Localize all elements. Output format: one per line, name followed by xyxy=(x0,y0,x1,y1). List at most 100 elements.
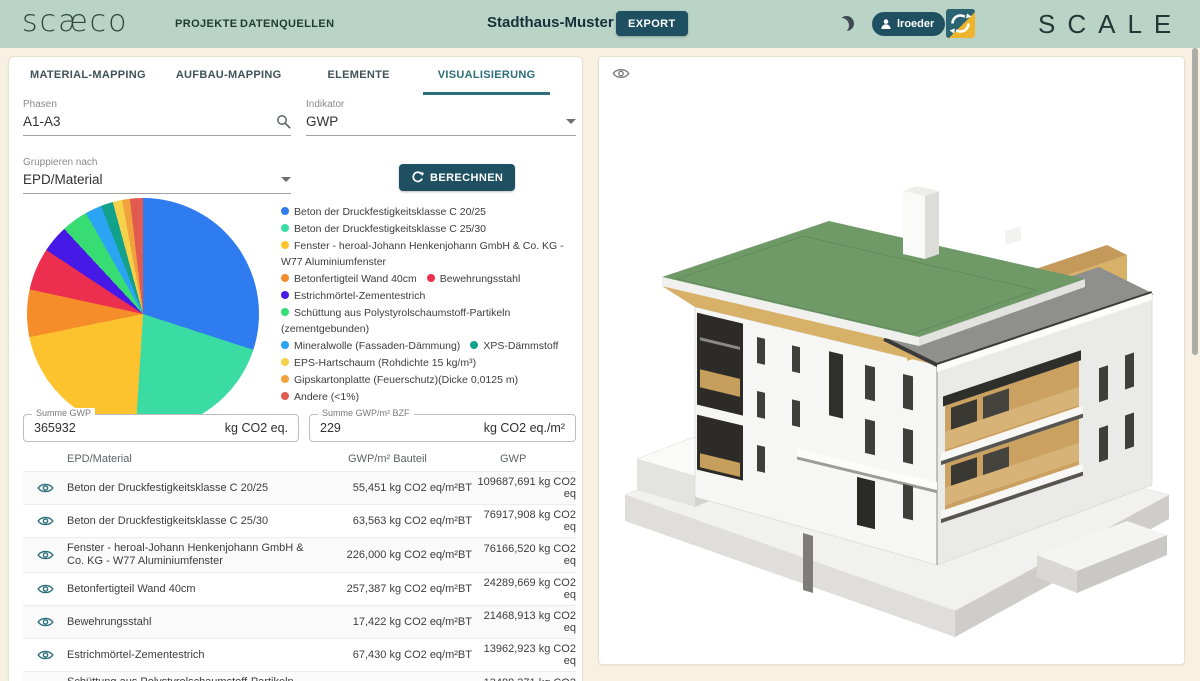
legend-color-dot xyxy=(281,274,289,282)
summe-gwp-m2-field: Summe GWP/m² BZF 229 kg CO2 eq./m² xyxy=(309,414,576,442)
user-menu[interactable]: lroeder xyxy=(872,12,945,36)
person-icon xyxy=(880,18,892,30)
pie-legend: Beton der Druckfestigkeitsklasse C 20/25… xyxy=(281,204,579,406)
export-button[interactable]: EXPORT xyxy=(616,11,688,36)
table-row: Beton der Druckfestigkeitsklasse C 20/25… xyxy=(23,471,576,504)
eye-icon xyxy=(37,515,54,527)
app-header: scæco PROJEKTE DATENQUELLEN Stadthaus-Mu… xyxy=(0,0,1200,48)
dark-mode-moon-icon[interactable] xyxy=(839,16,854,31)
row-gwp-m2: 55,451 kg CO2 eq/m²BT xyxy=(322,482,472,494)
row-visibility-toggle[interactable] xyxy=(23,482,67,494)
search-icon xyxy=(276,114,291,129)
row-gwp: 13962,923 kg CO2 eq xyxy=(472,643,576,667)
legend-item: Beton der Druckfestigkeitsklasse C 20/25 xyxy=(281,206,486,218)
table-row: Fenster - heroal-Johann Henkenjohann Gmb… xyxy=(23,537,576,572)
row-gwp: 21468,913 kg CO2 eq xyxy=(472,610,576,634)
legend-color-dot xyxy=(281,224,289,232)
chevron-down-icon xyxy=(566,119,576,124)
summe-gwp-m2-value: 229 xyxy=(320,421,341,435)
col-gwp-m2: GWP/m² Bauteil xyxy=(322,453,472,465)
phasen-label: Phasen xyxy=(23,99,291,110)
legend-item: Andere (<1%) xyxy=(281,391,359,403)
row-gwp-m2: 257,387 kg CO2 eq/m²BT xyxy=(322,583,472,595)
legend-row: Beton der Druckfestigkeitsklasse C 25/30 xyxy=(281,221,579,237)
user-name: lroeder xyxy=(897,18,934,30)
legend-item: Betonfertigteil Wand 40cm xyxy=(281,273,417,285)
legend-row: Gipskartonplatte (Feuerschutz)(Dicke 0,0… xyxy=(281,372,579,388)
nav-datenquellen[interactable]: DATENQUELLEN xyxy=(240,18,334,30)
legend-color-dot xyxy=(427,274,435,282)
legend-row: Beton der Druckfestigkeitsklasse C 20/25 xyxy=(281,204,579,220)
row-material: Betonfertigteil Wand 40cm xyxy=(67,583,322,596)
indikator-select[interactable]: Indikator GWP xyxy=(306,99,576,136)
scaeco-logo[interactable]: scæco xyxy=(22,4,128,39)
row-gwp: 13488,371 kg CO2 eq xyxy=(472,677,576,681)
scale-logo-icon xyxy=(946,9,975,38)
row-visibility-toggle[interactable] xyxy=(23,583,67,595)
scale-wordmark: SCALE xyxy=(1038,9,1183,40)
table-header: EPD/Material GWP/m² Bauteil GWP xyxy=(23,451,576,471)
row-visibility-toggle[interactable] xyxy=(23,649,67,661)
tab-aufbau-mapping[interactable]: AUFBAU-MAPPING xyxy=(161,57,297,95)
legend-item: Bewehrungsstahl xyxy=(427,273,521,285)
row-gwp: 109687,691 kg CO2 eq xyxy=(472,476,576,500)
row-gwp: 24289,669 kg CO2 eq xyxy=(472,577,576,601)
gruppieren-label: Gruppieren nach xyxy=(23,157,291,168)
legend-item: XPS-Dämmstoff xyxy=(470,340,558,352)
row-visibility-toggle[interactable] xyxy=(23,515,67,527)
row-material: Beton der Druckfestigkeitsklasse C 20/25 xyxy=(67,482,322,495)
gruppieren-select[interactable]: Gruppieren nach EPD/Material xyxy=(23,157,291,194)
analysis-panel: MATERIAL-MAPPING AUFBAU-MAPPING ELEMENTE… xyxy=(8,56,583,681)
tab-material-mapping[interactable]: MATERIAL-MAPPING xyxy=(15,57,161,95)
gruppieren-value: EPD/Material xyxy=(23,172,103,187)
summe-gwp-label: Summe GWP xyxy=(32,408,95,418)
row-gwp-m2: 226,000 kg CO2 eq/m²BT xyxy=(322,549,472,561)
legend-color-dot xyxy=(281,207,289,215)
row-gwp-m2: 67,430 kg CO2 eq/m²BT xyxy=(322,649,472,661)
legend-row: Andere (<1%) xyxy=(281,389,579,405)
row-material: Beton der Druckfestigkeitsklasse C 25/30 xyxy=(67,515,322,528)
row-material: Estrichmörtel-Zementestrich xyxy=(67,649,322,662)
table-row: Estrichmörtel-Zementestrich67,430 kg CO2… xyxy=(23,638,576,671)
summe-gwp-unit: kg CO2 eq. xyxy=(225,421,288,435)
row-visibility-toggle[interactable] xyxy=(23,616,67,628)
legend-color-dot xyxy=(281,392,289,400)
nav-projekte[interactable]: PROJEKTE xyxy=(175,18,238,30)
legend-row: Fenster - heroal-Johann Henkenjohann Gmb… xyxy=(281,238,579,270)
project-title: Stadthaus-Muster xyxy=(487,14,614,31)
berechnen-button[interactable]: BERECHNEN xyxy=(399,164,515,191)
legend-item: Schüttung aus Polystyrolschaumstoff-Part… xyxy=(281,307,510,335)
legend-color-dot xyxy=(281,358,289,366)
summe-gwp-m2-label: Summe GWP/m² BZF xyxy=(318,408,414,418)
table-row: Bewehrungsstahl17,422 kg CO2 eq/m²BT2146… xyxy=(23,605,576,638)
chevron-down-icon xyxy=(281,177,291,182)
eye-icon xyxy=(37,649,54,661)
legend-item: Mineralwolle (Fassaden-Dämmung) xyxy=(281,340,460,352)
table-row: Schüttung aus Polystyrolschaumstoff-Part… xyxy=(23,671,576,681)
legend-item: Gipskartonplatte (Feuerschutz)(Dicke 0,0… xyxy=(281,374,518,386)
phasen-field[interactable]: Phasen A1-A3 xyxy=(23,99,291,136)
tab-visualisierung[interactable]: VISUALISIERUNG xyxy=(423,57,551,95)
legend-row: Estrichmörtel-Zementestrich xyxy=(281,288,579,304)
row-gwp-m2: 63,563 kg CO2 eq/m²BT xyxy=(322,515,472,527)
row-visibility-toggle[interactable] xyxy=(23,549,67,561)
model-viewer-panel xyxy=(598,56,1185,665)
row-gwp-m2: 17,422 kg CO2 eq/m²BT xyxy=(322,616,472,628)
legend-color-dot xyxy=(470,341,478,349)
building-3d-model[interactable] xyxy=(607,63,1177,655)
col-gwp: GWP xyxy=(472,453,576,465)
legend-row: EPS-Hartschaum (Rohdichte 15 kg/m³) xyxy=(281,355,579,371)
material-table-body: Beton der Druckfestigkeitsklasse C 20/25… xyxy=(23,471,576,681)
table-row: Beton der Druckfestigkeitsklasse C 25/30… xyxy=(23,504,576,537)
legend-item: EPS-Hartschaum (Rohdichte 15 kg/m³) xyxy=(281,357,476,369)
gwp-pie-chart[interactable] xyxy=(27,198,259,430)
tab-elemente[interactable]: ELEMENTE xyxy=(312,57,404,95)
row-gwp: 76166,520 kg CO2 eq xyxy=(472,543,576,567)
vertical-scrollbar[interactable] xyxy=(1192,48,1198,355)
eye-icon xyxy=(37,482,54,494)
row-material: Fenster - heroal-Johann Henkenjohann Gmb… xyxy=(67,542,322,568)
legend-row: Schüttung aus Polystyrolschaumstoff-Part… xyxy=(281,305,579,337)
legend-color-dot xyxy=(281,241,289,249)
legend-item: Estrichmörtel-Zementestrich xyxy=(281,290,425,302)
phasen-value: A1-A3 xyxy=(23,114,61,129)
